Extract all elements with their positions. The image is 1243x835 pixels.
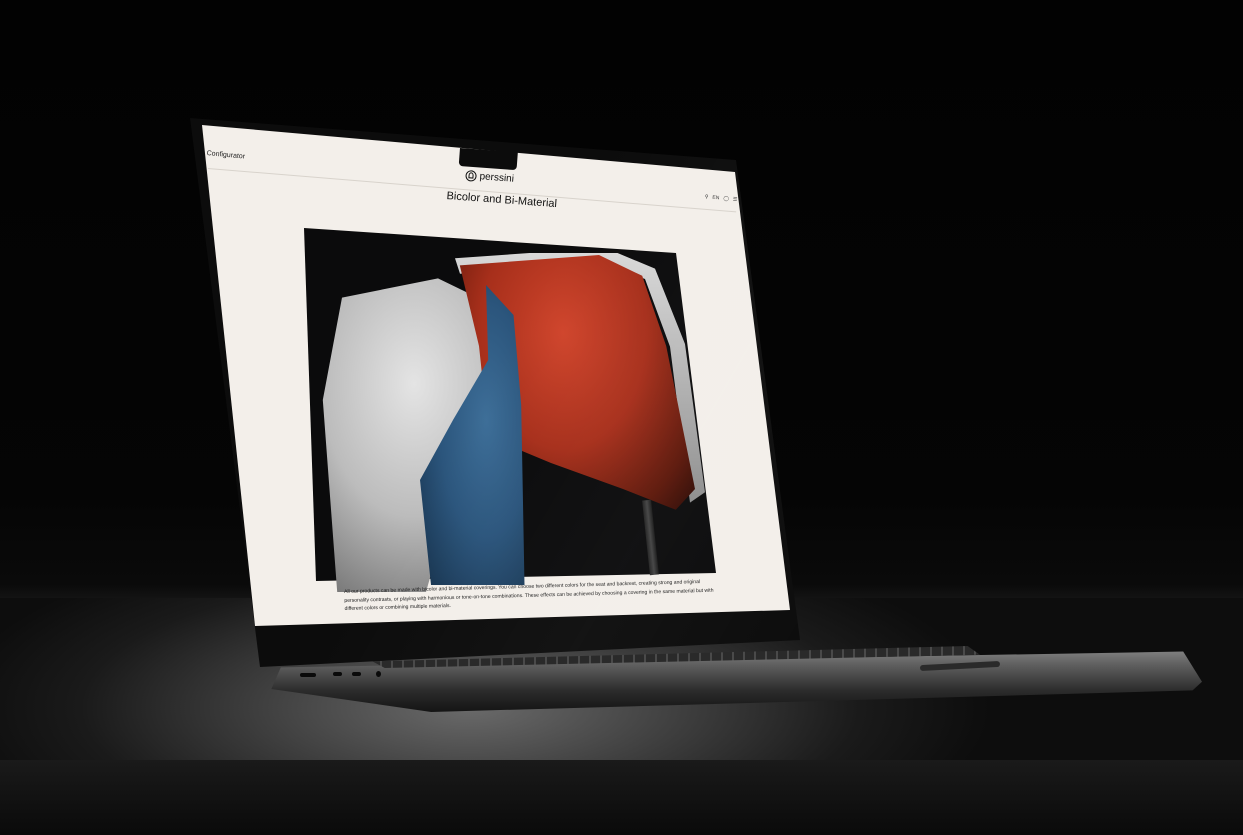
cart-icon[interactable]: ◯ — [723, 196, 729, 202]
language-selector[interactable]: EN — [712, 195, 719, 202]
usb-c-port-2 — [352, 672, 361, 676]
sd-card-slot — [300, 673, 316, 677]
scene-background: Configurator perssini Bicolor and Bi-Mat… — [0, 0, 1243, 835]
menu-icon[interactable]: ☰ — [733, 196, 738, 202]
headphone-jack — [376, 671, 381, 677]
usb-c-port-1 — [333, 672, 342, 676]
search-icon[interactable]: ⚲ — [704, 194, 708, 200]
desk-edge — [0, 760, 1243, 835]
brand-mark-icon — [465, 170, 477, 182]
